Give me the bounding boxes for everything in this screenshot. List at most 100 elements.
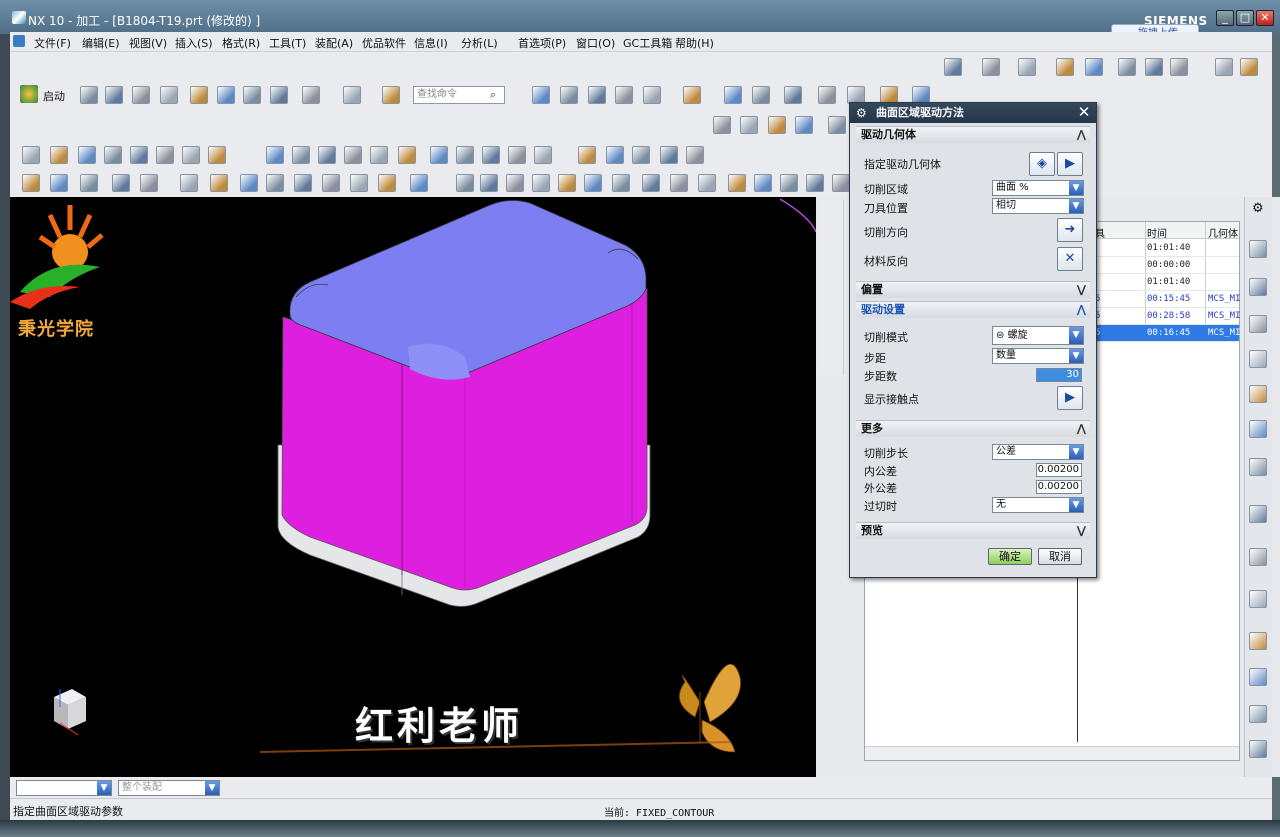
resource-bar-tab-icon[interactable] xyxy=(1249,705,1267,723)
toolbar-tool-icon[interactable] xyxy=(382,86,400,104)
col-header-geometry[interactable]: 几何体 xyxy=(1208,225,1238,240)
toolbar-tool-icon[interactable] xyxy=(410,174,428,192)
toolbar-tool-icon[interactable] xyxy=(22,174,40,192)
menu-view[interactable]: 视图(V) xyxy=(129,35,167,51)
toolbar-tool-icon[interactable] xyxy=(190,86,208,104)
toolbar-tool-icon[interactable] xyxy=(266,174,284,192)
toolbar-tool-icon[interactable] xyxy=(584,174,602,192)
nx-menu-icon[interactable] xyxy=(13,35,25,47)
resource-bar-tab-icon[interactable] xyxy=(1249,548,1267,566)
toolbar-tool-icon[interactable] xyxy=(160,86,178,104)
toolbar-tool-icon[interactable] xyxy=(1018,58,1036,76)
section-more[interactable]: 更多 ⋀ xyxy=(856,420,1090,437)
toolbar-tool-icon[interactable] xyxy=(217,86,235,104)
menu-tools[interactable]: 工具(T) xyxy=(269,35,306,51)
toolbar-tool-icon[interactable] xyxy=(112,174,130,192)
toolbar-tool-icon[interactable] xyxy=(713,116,731,134)
toolbar-tool-icon[interactable] xyxy=(78,146,96,164)
menu-insert[interactable]: 插入(S) xyxy=(175,35,213,51)
toolbar-tool-icon[interactable] xyxy=(350,174,368,192)
toolbar-tool-icon[interactable] xyxy=(398,146,416,164)
toolbar-tool-icon[interactable] xyxy=(302,86,320,104)
toolbar-tool-icon[interactable] xyxy=(780,174,798,192)
toolbar-tool-icon[interactable] xyxy=(80,86,98,104)
intol-input[interactable]: 0.00200 xyxy=(1036,463,1082,477)
toolbar-tool-icon[interactable] xyxy=(322,174,340,192)
toolbar-tool-icon[interactable] xyxy=(558,174,576,192)
resource-bar-tab-icon[interactable] xyxy=(1249,590,1267,608)
toolbar-tool-icon[interactable] xyxy=(795,116,813,134)
toolbar-tool-icon[interactable] xyxy=(606,146,624,164)
resource-bar-tab-icon[interactable] xyxy=(1249,350,1267,368)
toolbar-tool-icon[interactable] xyxy=(642,174,660,192)
toolbar-tool-icon[interactable] xyxy=(132,86,150,104)
search-icon[interactable]: ⌕ xyxy=(490,88,496,102)
toolbar-tool-icon[interactable] xyxy=(1170,58,1188,76)
section-drive-settings[interactable]: 驱动设置 ⋀ xyxy=(856,301,1090,318)
toolbar-tool-icon[interactable] xyxy=(482,146,500,164)
toolbar-tool-icon[interactable] xyxy=(318,146,336,164)
toolbar-tool-icon[interactable] xyxy=(182,146,200,164)
resource-bar-tab-icon[interactable] xyxy=(1249,420,1267,438)
menu-preferences[interactable]: 首选项(P) xyxy=(518,35,566,51)
scope-filter-select[interactable]: 整个装配 ▼ xyxy=(118,780,220,796)
settings-icon[interactable]: ⚙ xyxy=(1252,201,1264,216)
toolbar-tool-icon[interactable] xyxy=(724,86,742,104)
toolbar-tool-icon[interactable] xyxy=(828,116,846,134)
menu-analysis[interactable]: 分析(L) xyxy=(461,35,498,51)
toolbar-tool-icon[interactable] xyxy=(683,86,701,104)
toolbar-tool-icon[interactable] xyxy=(698,174,716,192)
outtol-input[interactable]: 0.00200 xyxy=(1036,480,1082,494)
menu-gc-toolbox[interactable]: GC工具箱 xyxy=(623,35,672,51)
menu-youpin[interactable]: 优品软件 xyxy=(362,35,406,51)
section-preview[interactable]: 预览 ⋁ xyxy=(856,522,1090,539)
toolbar-tool-icon[interactable] xyxy=(456,174,474,192)
toolbar-tool-icon[interactable] xyxy=(344,146,362,164)
toolbar-tool-icon[interactable] xyxy=(615,86,633,104)
toolbar-tool-icon[interactable] xyxy=(210,174,228,192)
menu-edit[interactable]: 编辑(E) xyxy=(82,35,120,51)
cut-step-select[interactable]: 公差 ▼ xyxy=(992,444,1084,460)
resource-bar-tab-icon[interactable] xyxy=(1249,740,1267,758)
resource-bar-tab-icon[interactable] xyxy=(1249,240,1267,258)
cancel-button[interactable]: 取消 xyxy=(1038,548,1082,565)
toolbar-tool-icon[interactable] xyxy=(982,58,1000,76)
toolbar-tool-icon[interactable] xyxy=(686,146,704,164)
toolbar-tool-icon[interactable] xyxy=(508,146,526,164)
toolbar-tool-icon[interactable] xyxy=(612,174,630,192)
cut-mode-select[interactable]: ⊜ 螺旋 ▼ xyxy=(992,326,1084,345)
step-count-input[interactable]: 30 xyxy=(1036,368,1082,382)
toolbar-tool-icon[interactable] xyxy=(670,174,688,192)
toolbar-tool-icon[interactable] xyxy=(266,146,284,164)
resource-bar-tab-icon[interactable] xyxy=(1249,385,1267,403)
menu-file[interactable]: 文件(F) xyxy=(34,35,71,51)
toolbar-tool-icon[interactable] xyxy=(532,86,550,104)
section-offset[interactable]: 偏置 ⋁ xyxy=(856,281,1090,298)
menu-help[interactable]: 帮助(H) xyxy=(675,35,714,51)
resource-bar-tab-icon[interactable] xyxy=(1249,505,1267,523)
toolbar-tool-icon[interactable] xyxy=(806,174,824,192)
toolbar-tool-icon[interactable] xyxy=(768,116,786,134)
drive-geometry-select-button[interactable]: ◈ xyxy=(1029,152,1055,176)
toolbar-tool-icon[interactable] xyxy=(370,146,388,164)
toolbar-tool-icon[interactable] xyxy=(660,146,678,164)
minimize-button[interactable]: _ xyxy=(1216,10,1234,26)
resource-bar-tab-icon[interactable] xyxy=(1249,632,1267,650)
stepover-select[interactable]: 数量 ▼ xyxy=(992,348,1084,364)
toolbar-tool-icon[interactable] xyxy=(818,86,836,104)
toolbar-tool-icon[interactable] xyxy=(752,86,770,104)
menu-assembly[interactable]: 装配(A) xyxy=(315,35,353,51)
menu-format[interactable]: 格式(R) xyxy=(222,35,260,51)
resource-bar-tab-icon[interactable] xyxy=(1249,458,1267,476)
toolbar-tool-icon[interactable] xyxy=(270,86,288,104)
resource-bar-tab-icon[interactable] xyxy=(1249,668,1267,686)
toolbar-tool-icon[interactable] xyxy=(343,86,361,104)
toolbar-tool-icon[interactable] xyxy=(1240,58,1258,76)
toolbar-tool-icon[interactable] xyxy=(240,174,258,192)
cut-direction-button[interactable]: ➜ xyxy=(1057,218,1083,242)
toolbar-tool-icon[interactable] xyxy=(294,174,312,192)
toolbar-tool-icon[interactable] xyxy=(180,174,198,192)
toolbar-tool-icon[interactable] xyxy=(632,146,650,164)
dialog-close-button[interactable]: ✕ xyxy=(1075,105,1093,121)
toolbar-tool-icon[interactable] xyxy=(832,174,850,192)
